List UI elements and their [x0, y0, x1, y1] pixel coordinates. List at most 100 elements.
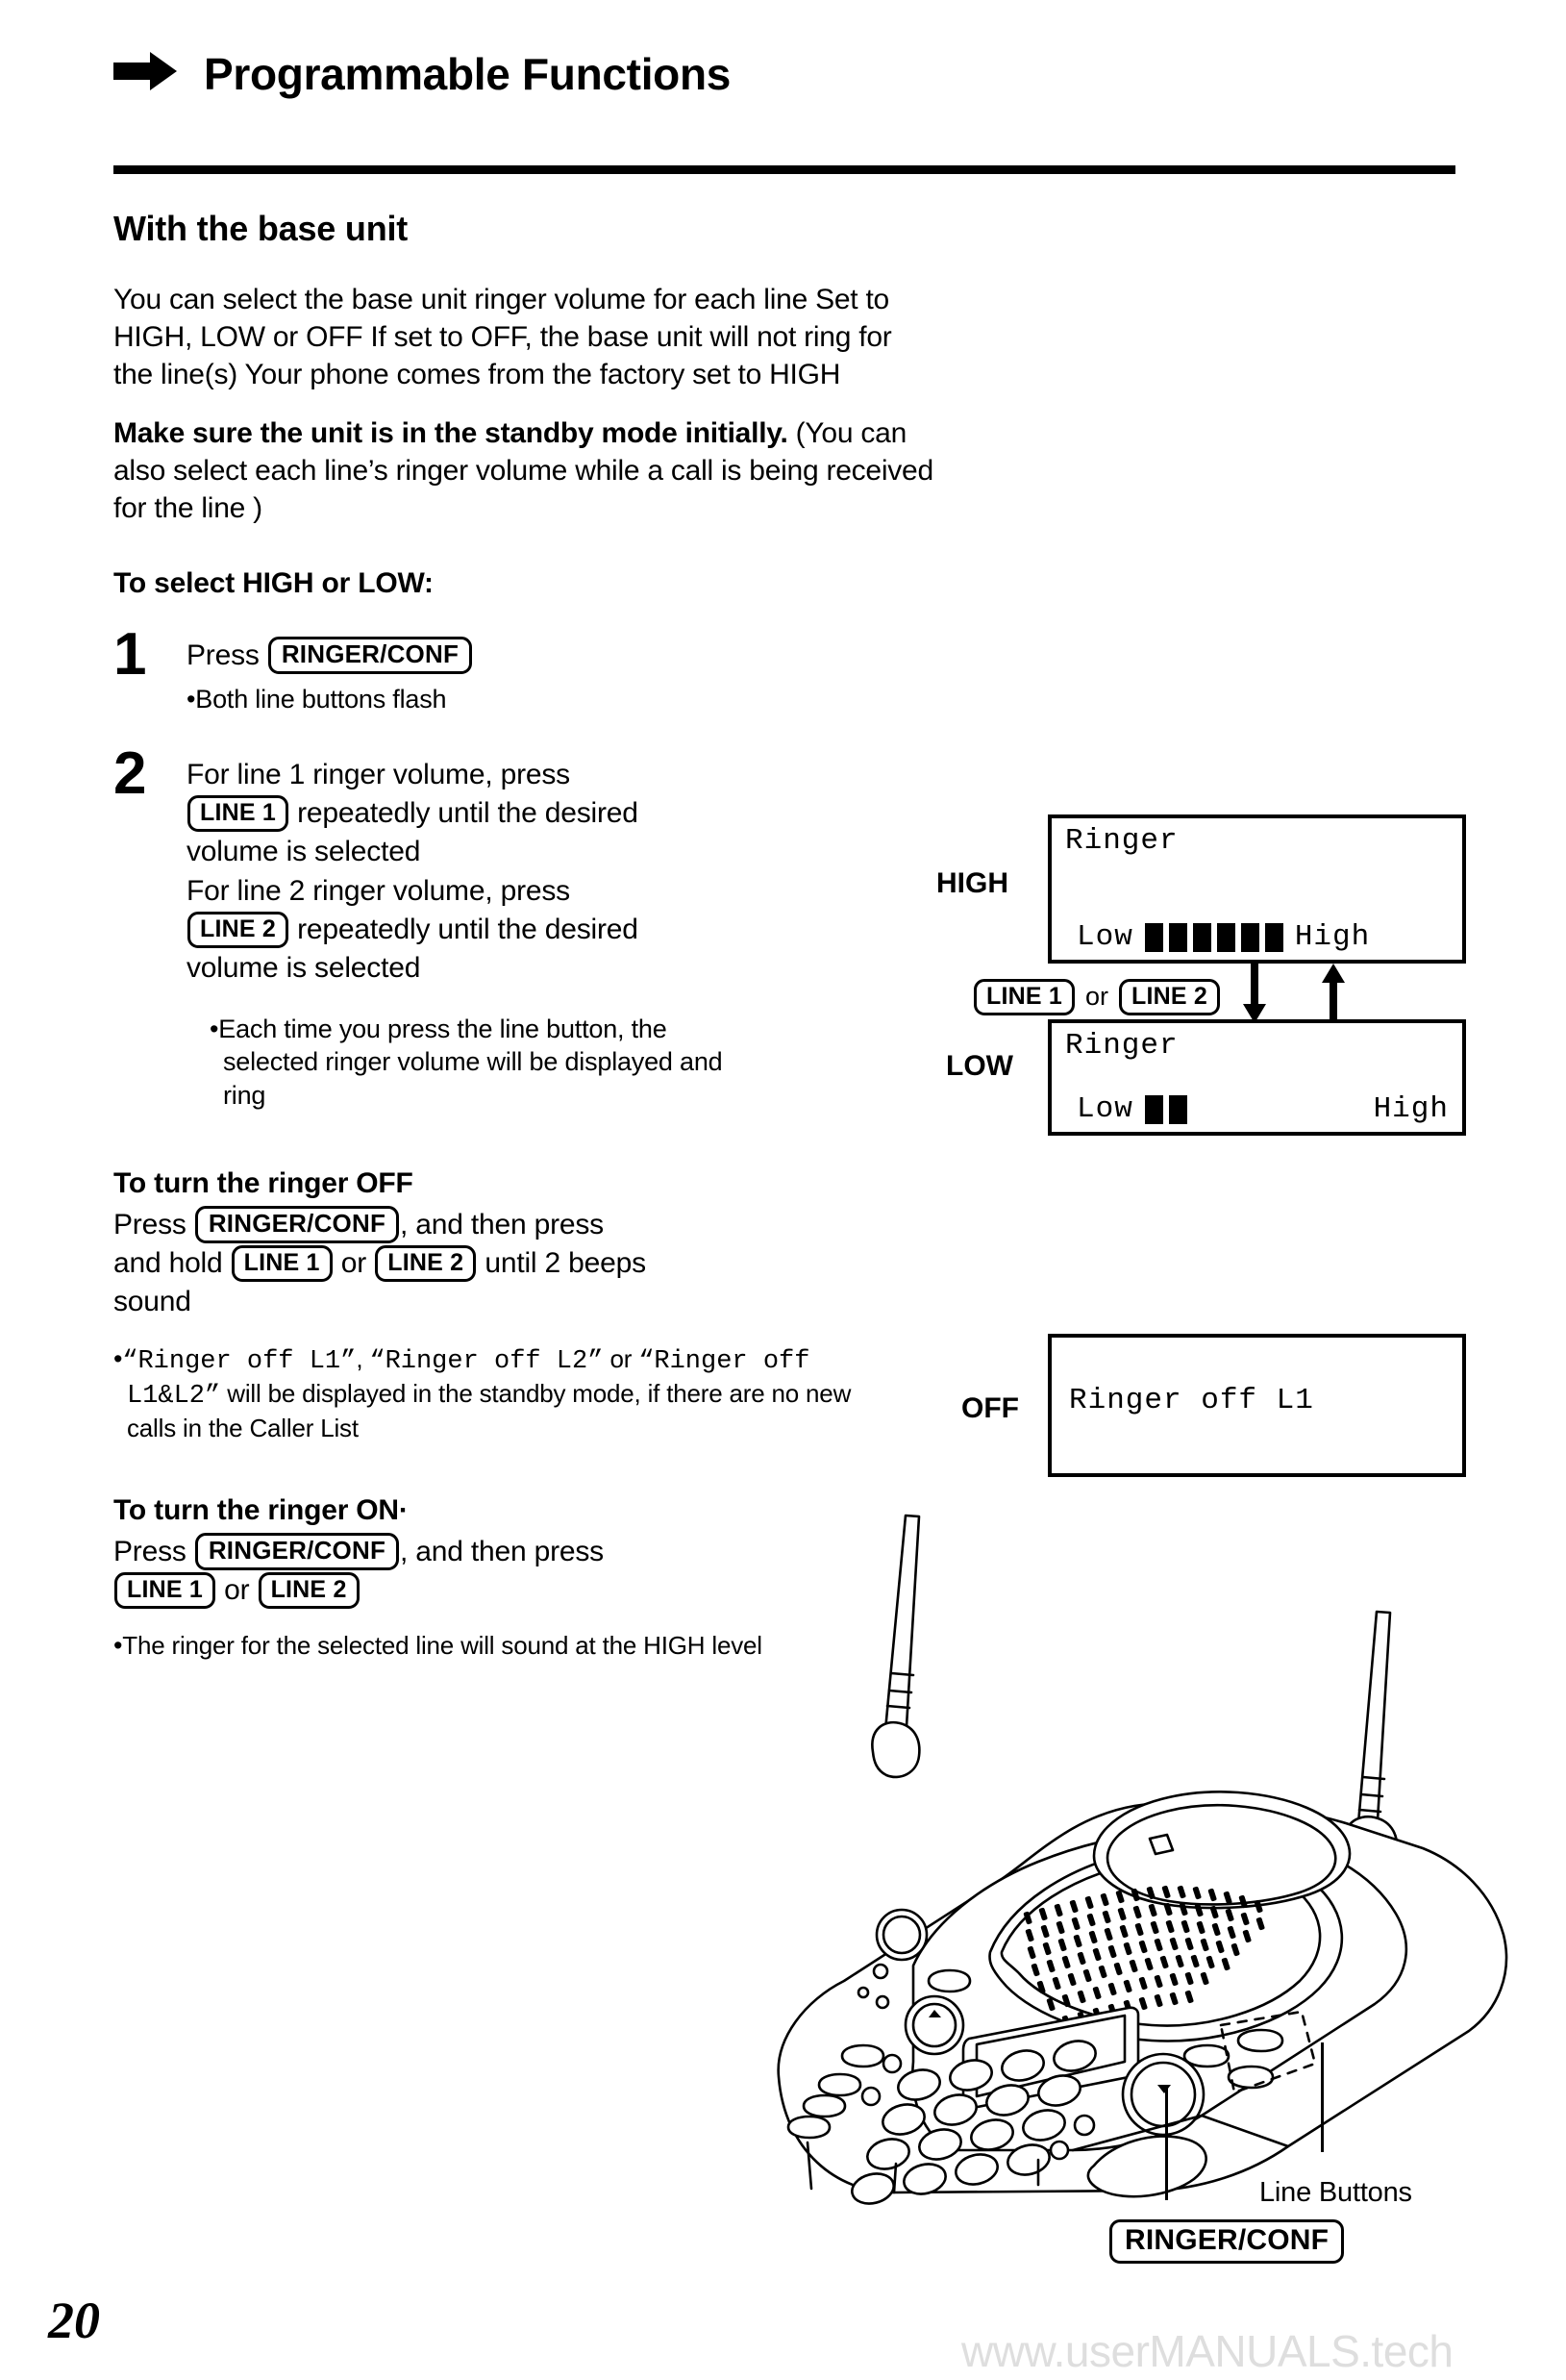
label-off: OFF: [961, 1392, 1019, 1424]
key-ringer-conf[interactable]: RINGER/CONF: [1109, 2219, 1345, 2264]
callout-line-buttons-label: Line Buttons: [1259, 2177, 1412, 2208]
step-1-note: •Both line buttons flash: [186, 683, 892, 715]
volume-bar: [1240, 922, 1259, 952]
key-ringer-conf[interactable]: RINGER/CONF: [194, 1532, 400, 1570]
ringer-off-row-1: Press RINGER/CONF, and then press: [113, 1205, 844, 1244]
ringer-on-after-key: , and then press: [400, 1535, 604, 1567]
step-2-row-line1: LINE 1 repeatedly until the desired: [186, 794, 696, 833]
lcd-display-low: Ringer Low High: [1048, 1019, 1466, 1136]
ringer-off-heading: To turn the ringer OFF: [113, 1167, 413, 1200]
page-header: Programmable Functions: [113, 50, 731, 97]
volume-bars-low: [1144, 1094, 1187, 1124]
step-1-note-text: Both line buttons flash: [195, 684, 447, 714]
ringer-off-until: until 2 beeps: [485, 1246, 646, 1279]
volume-bar: [1216, 922, 1235, 952]
step-1: 1 Press RINGER/CONF •Both line buttons f…: [113, 624, 892, 715]
ringer-off-rest: will be displayed in the standby mode, i…: [127, 1379, 852, 1443]
standby-mode-bold: Make sure the unit is in the standby mod…: [113, 417, 788, 449]
right-arrow-icon: [113, 50, 177, 97]
ringer-off-row-2: and hold LINE 1 or LINE 2 until 2 beeps: [113, 1244, 844, 1283]
ringer-off-or: or: [340, 1246, 367, 1279]
step-2-line2c: volume is selected: [186, 952, 421, 984]
ringer-off-mono-2: “Ringer off L2”: [369, 1347, 604, 1377]
intro-paragraph-2: Make sure the unit is in the standby mod…: [113, 414, 940, 527]
ringer-off-or-text: or: [603, 1344, 633, 1374]
step-2-note-text: Each time you press the line button, the…: [218, 1015, 723, 1110]
lcd-high-line-1: Ringer: [1065, 824, 1179, 858]
header-divider: [113, 165, 1455, 174]
volume-bar: [1144, 1094, 1163, 1124]
lcd-high-line-2: Low High: [1077, 920, 1449, 954]
ringer-off-after-key: , and then press: [400, 1208, 604, 1240]
key-line-1[interactable]: LINE 1: [974, 978, 1075, 1015]
intro-paragraph-1: You can select the base unit ringer volu…: [113, 284, 892, 390]
callout-leader-line-buttons: [1321, 2042, 1324, 2152]
key-line-2[interactable]: LINE 2: [1119, 978, 1221, 1015]
select-high-low-heading: To select HIGH or LOW:: [113, 567, 434, 599]
page-title: Programmable Functions: [204, 48, 732, 99]
ringer-on-note-text: The ringer for the selected line will so…: [122, 1630, 762, 1660]
content-column: With the base unit You can select the ba…: [113, 209, 933, 1662]
key-line-2[interactable]: LINE 2: [375, 1244, 477, 1282]
step-2-line2a: For line 2 ringer volume, press: [186, 874, 570, 907]
ringer-on-note: •The ringer for the selected line will s…: [113, 1629, 800, 1662]
volume-bar: [1168, 1094, 1187, 1124]
lcd-low-high-label: High: [1373, 1092, 1449, 1126]
step-2-line1b: repeatedly until the desired: [297, 797, 638, 830]
step-2-number: 2: [113, 740, 147, 808]
ringer-on-or: or: [224, 1573, 250, 1606]
key-line-1[interactable]: LINE 1: [231, 1244, 333, 1282]
callout-ringer-conf-tag: RINGER/CONF: [1108, 2219, 1345, 2264]
ringer-off-mono-1: “Ringer off L1”: [122, 1347, 357, 1377]
volume-bar: [1144, 922, 1163, 952]
ringer-off-sep-1: ,: [356, 1344, 370, 1374]
callout-leader-ringer-conf: [1165, 2087, 1168, 2200]
lcd-high-high-label: High: [1294, 920, 1371, 954]
lcd-low-line-1: Ringer: [1065, 1029, 1179, 1063]
bullet-dot-icon: •: [210, 1015, 219, 1044]
key-ringer-conf[interactable]: RINGER/CONF: [194, 1205, 400, 1243]
ringer-on-instructions: Press RINGER/CONF, and then press LINE 1…: [113, 1532, 786, 1610]
ringer-on-row-1: Press RINGER/CONF, and then press: [113, 1532, 786, 1571]
lcd-off-line-1: Ringer off L1: [1069, 1384, 1314, 1417]
ringer-off-note: •“Ringer off L1”, “Ringer off L2” or “Ri…: [113, 1342, 858, 1444]
ringer-off-row-3: sound: [113, 1286, 191, 1317]
label-low: LOW: [946, 1050, 1013, 1082]
base-unit-illustration: [750, 1500, 1548, 2231]
step-2-note: •Each time you press the line button, th…: [210, 1013, 723, 1112]
watermark: www.userMANUALS.tech: [961, 2326, 1454, 2376]
lcd-low-low-label: Low: [1077, 1092, 1133, 1126]
lcd-display-high: Ringer Low High: [1048, 814, 1466, 964]
step-2-body: For line 1 ringer volume, press LINE 1 r…: [186, 756, 696, 988]
bullet-dot-icon: •: [186, 684, 196, 714]
bullet-dot-icon: •: [113, 1344, 123, 1374]
key-line-2[interactable]: LINE 2: [187, 911, 288, 948]
step-2-line1a: For line 1 ringer volume, press: [186, 759, 570, 791]
key-line-1[interactable]: LINE 1: [114, 1571, 215, 1609]
key-line-2[interactable]: LINE 2: [258, 1571, 360, 1609]
step-2-line1c: volume is selected: [186, 836, 421, 868]
section-heading: With the base unit: [113, 209, 409, 248]
step-1-press-label: Press: [186, 639, 260, 671]
volume-bar: [1168, 922, 1187, 952]
step-2: 2 For line 1 ringer volume, press LINE 1…: [113, 744, 892, 1112]
volume-bar: [1264, 922, 1283, 952]
ringer-off-and-hold: and hold: [113, 1246, 223, 1279]
volume-bar: [1192, 922, 1211, 952]
bullet-dot-icon: •: [113, 1630, 123, 1660]
key-line-1[interactable]: LINE 1: [187, 795, 288, 833]
page-number: 20: [48, 2292, 100, 2349]
ringer-on-press-label: Press: [113, 1535, 186, 1567]
step-2-line2b: repeatedly until the desired: [297, 913, 638, 945]
step-2-row-line2: LINE 2 repeatedly until the desired: [186, 911, 696, 949]
ringer-off-instructions: Press RINGER/CONF, and then press and ho…: [113, 1205, 844, 1322]
volume-bars-high: [1144, 922, 1283, 952]
manual-page: Programmable Functions With the base uni…: [0, 0, 1566, 2380]
ringer-on-row-2: LINE 1 or LINE 2: [113, 1571, 786, 1610]
step-1-number: 1: [113, 620, 147, 688]
label-high: HIGH: [936, 867, 1008, 899]
lcd-display-off: Ringer off L1: [1048, 1334, 1466, 1477]
key-ringer-conf[interactable]: RINGER/CONF: [267, 636, 473, 674]
step-1-body: Press RINGER/CONF: [186, 636, 892, 675]
ringer-off-press-label: Press: [113, 1208, 186, 1240]
